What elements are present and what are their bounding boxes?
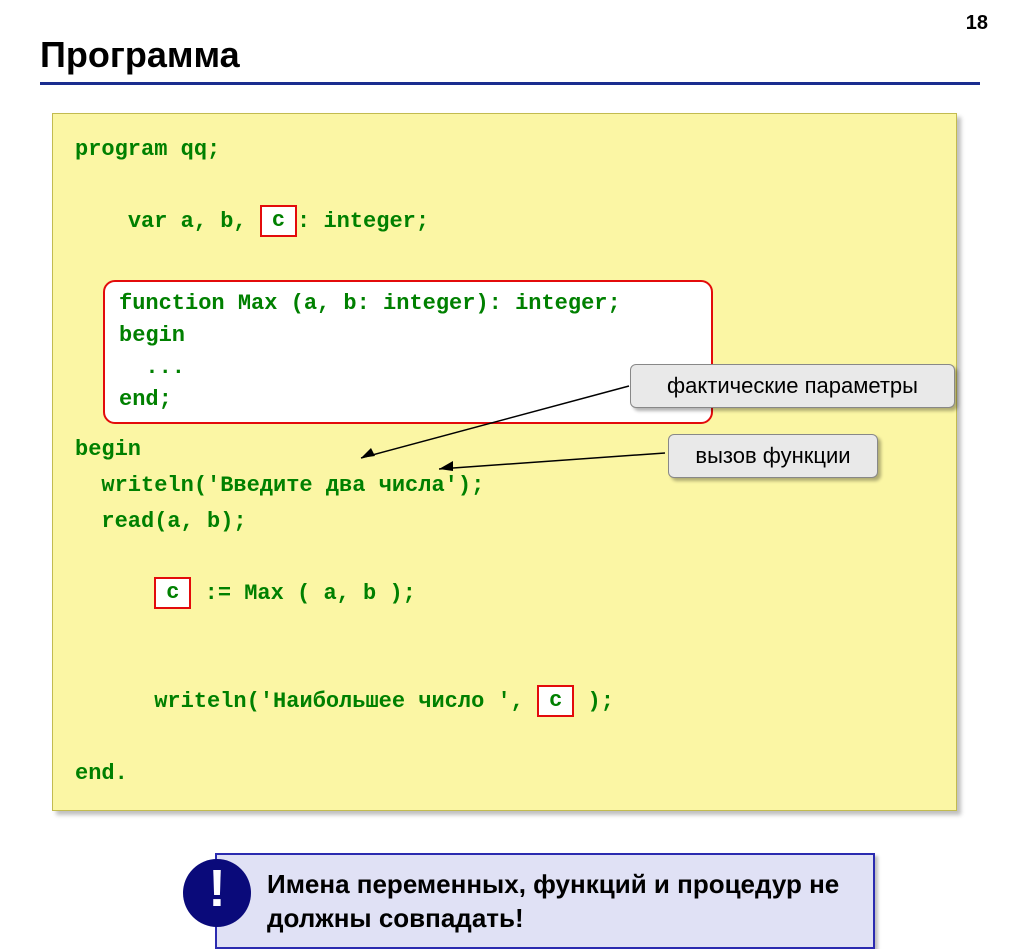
code-text bbox=[128, 581, 154, 606]
code-line: ... bbox=[119, 352, 697, 384]
code-line: read(a, b); bbox=[75, 504, 934, 540]
code-text: writeln('Наибольшее число ', bbox=[128, 689, 537, 714]
code-block: program qq; var a, b, c: integer; functi… bbox=[52, 113, 957, 811]
code-line: program qq; bbox=[75, 132, 934, 168]
code-line: begin bbox=[119, 320, 697, 352]
code-line-assign: c := Max ( a, b ); bbox=[75, 540, 934, 648]
function-box: function Max (a, b: integer): integer; b… bbox=[103, 280, 713, 424]
page-title: Программа bbox=[40, 34, 984, 76]
var-c-box: c bbox=[260, 205, 297, 237]
code-line-var: var a, b, c: integer; bbox=[75, 168, 934, 276]
code-text: : integer; bbox=[297, 209, 429, 234]
callout-params: фактические параметры bbox=[630, 364, 955, 408]
page-number: 18 bbox=[966, 12, 988, 35]
code-text: := Max ( a, b ); bbox=[191, 581, 415, 606]
code-line: end; bbox=[119, 384, 697, 416]
code-text: var a, b, bbox=[128, 209, 260, 234]
code-line: end. bbox=[75, 756, 934, 792]
callout-call: вызов функции bbox=[668, 434, 878, 478]
code-line: function Max (a, b: integer): integer; bbox=[119, 288, 697, 320]
code-text: ); bbox=[574, 689, 614, 714]
note-box: ! Имена переменных, функций и процедур н… bbox=[215, 853, 875, 949]
note-text: Имена переменных, функций и процедур не … bbox=[267, 867, 857, 935]
var-c-box: c bbox=[154, 577, 191, 609]
var-c-box: c bbox=[537, 685, 574, 717]
code-line-writeln: writeln('Наибольшее число ', c ); bbox=[75, 648, 934, 756]
exclamation-icon: ! bbox=[183, 859, 251, 927]
title-underline bbox=[40, 82, 980, 85]
